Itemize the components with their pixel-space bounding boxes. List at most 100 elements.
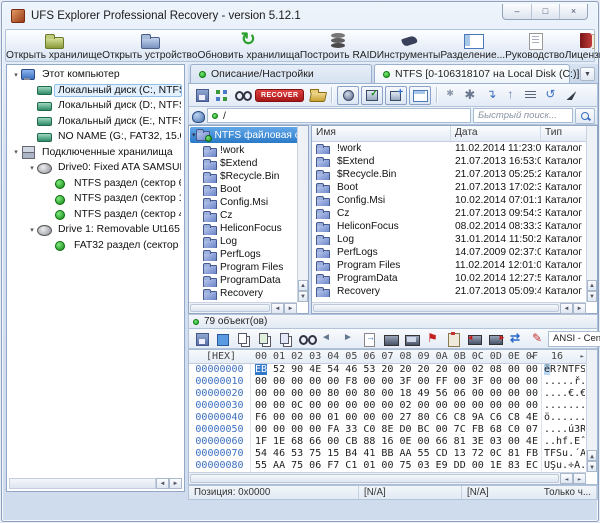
tab-list-menu-icon[interactable]: ▼ <box>580 67 595 81</box>
tree-item[interactable]: Локальный диск (D:, NTFS, 149.73ГБ) <box>9 98 182 114</box>
path-field[interactable]: / <box>207 108 471 123</box>
hex-bytes[interactable]: EB 52 90 4E 54 46 53 20 20 20 20 00 02 08… <box>255 364 538 376</box>
tree-item[interactable]: ▾ Drive 1: Removable Ut165 USB USB2Flash <box>9 222 182 238</box>
folder-tree-item[interactable]: Recovery <box>189 287 308 300</box>
folder-tree-item[interactable]: HeliconFocus <box>189 222 308 235</box>
scroll-left-icon[interactable]: ◄ <box>560 473 573 484</box>
folder-tree-item[interactable]: Log <box>189 235 308 248</box>
toolbar-button[interactable]: Открыть устройство <box>102 30 197 61</box>
file-row[interactable]: Cz 21.07.2013 09:54:34 Каталог <box>312 207 597 220</box>
hx-copy-text-icon[interactable] <box>276 331 295 347</box>
bt-arrow-back-icon[interactable] <box>542 87 560 103</box>
tree-item[interactable]: NTFS раздел (сектор 420340788, 97.6 <box>9 207 182 223</box>
hex-ascii[interactable]: ....ú3Ŕ <box>541 424 585 436</box>
hex-ascii[interactable]: ..hf.Ëˆ <box>541 436 585 448</box>
toolbar-toggle-button[interactable] <box>385 85 408 105</box>
expander-icon[interactable]: ▾ <box>27 164 37 172</box>
column-header-name[interactable]: Имя <box>312 126 451 141</box>
minimize-button[interactable]: – <box>503 4 531 19</box>
folder-tree-item[interactable]: $Extend <box>189 157 308 170</box>
hx-insert-before-icon[interactable] <box>465 331 484 347</box>
file-list-horizontal-scrollbar[interactable]: ◄ ► <box>312 302 586 314</box>
bt-list-icon[interactable] <box>522 87 540 103</box>
hx-flag-icon[interactable] <box>423 331 442 347</box>
file-row[interactable]: PerfLogs 14.07.2009 02:37:05 Каталог <box>312 246 597 259</box>
storages-horizontal-scrollbar[interactable]: ◄ ► <box>9 478 182 489</box>
scrollbar-thumb[interactable] <box>190 304 270 312</box>
scroll-right-icon[interactable]: ► <box>573 473 586 484</box>
expander-icon[interactable]: ▾ <box>11 71 21 79</box>
hx-forward-icon[interactable] <box>339 331 358 347</box>
toolbar-button[interactable]: Лицензия <box>565 30 600 61</box>
tree-item[interactable]: ▾ Drive0: Fixed ATA SAMSUNG HD321KJ <box>9 160 182 176</box>
hex-horizontal-scrollbar[interactable]: ◄ ► <box>189 472 586 484</box>
scroll-right-icon[interactable]: ► <box>169 478 182 489</box>
tab-ntfs-partition[interactable]: NTFS [0-106318107 на Local Disk (C:)] × <box>374 64 593 83</box>
hex-ascii[interactable]: ö...... <box>541 412 585 424</box>
folder-tree-vertical-scrollbar[interactable]: ▲ ▼ <box>297 126 308 302</box>
tree-item[interactable]: FAT32 раздел (сектор 63, 15.06ГБ) <box>9 238 182 254</box>
hx-goto-icon[interactable] <box>360 331 379 347</box>
toolbar-toggle-button[interactable] <box>409 85 432 105</box>
hex-ascii[interactable]: ëR?NTFS <box>541 364 585 376</box>
bt-tree-icon[interactable] <box>213 87 231 103</box>
hex-bytes[interactable]: 55 AA 75 06 F7 C1 01 00 75 03 E9 DD 00 1… <box>255 460 538 472</box>
scroll-up-icon[interactable]: ▲ <box>587 280 597 291</box>
file-row[interactable]: Config.Msi 10.02.2014 07:01:17 Каталог <box>312 194 597 207</box>
hex-bytes[interactable]: 1F 1E 68 66 00 CB 88 16 0E 00 66 81 3E 0… <box>255 436 538 448</box>
tree-item[interactable]: NTFS раздел (сектор 106318233, 149. <box>9 191 182 207</box>
hex-row[interactable]: 00000000 EB 52 90 4E 54 46 53 20 20 20 20… <box>189 364 586 376</box>
filesystem-root-item[interactable]: ▾ NTFS файловая система <box>190 127 307 143</box>
folder-tree-item[interactable]: PerfLogs <box>189 248 308 261</box>
file-row[interactable]: Program Files 11.02.2014 12:01:08 Катало… <box>312 259 597 272</box>
hx-paste-icon[interactable] <box>444 331 463 347</box>
scroll-left-icon[interactable]: ◄ <box>271 303 284 314</box>
hex-row[interactable]: 00000020 00 00 00 00 80 00 80 00 18 49 5… <box>189 388 586 400</box>
hx-screen2-icon[interactable] <box>402 331 421 347</box>
toolbar-toggle-button[interactable] <box>337 85 360 105</box>
toolbar-button[interactable]: Разделение... <box>440 30 505 61</box>
close-button[interactable]: × <box>559 4 587 19</box>
folder-tree-horizontal-scrollbar[interactable]: ◄ ► <box>189 302 297 314</box>
bt-gear-sm-icon[interactable] <box>442 87 460 103</box>
file-row[interactable]: Boot 21.07.2013 17:02:35 Каталог <box>312 181 597 194</box>
tree-item[interactable]: NO NAME (G:, FAT32, 15.06ГБ) <box>9 129 182 145</box>
hx-save-icon[interactable] <box>192 331 211 347</box>
toolbar-button[interactable]: Инструменты <box>377 30 441 61</box>
hex-row[interactable]: 00000060 1F 1E 68 66 00 CB 88 16 0E 00 6… <box>189 436 586 448</box>
scrollbar-track[interactable] <box>9 478 156 489</box>
hex-ascii[interactable]: ....€.€ <box>541 388 585 400</box>
increase-width-icon[interactable]: ► <box>580 353 584 360</box>
scroll-left-icon[interactable]: ◄ <box>560 303 573 314</box>
folder-tree-item[interactable]: $Recycle.Bin <box>189 170 308 183</box>
scroll-right-icon[interactable]: ► <box>573 303 586 314</box>
bt-ink-icon[interactable] <box>562 87 580 103</box>
decrease-width-icon[interactable]: ◄ <box>530 353 534 360</box>
folder-tree-item[interactable]: ProgramData <box>189 274 308 287</box>
file-list-vertical-scrollbar[interactable]: ▲ ▼ <box>586 126 597 302</box>
hx-sync-icon[interactable] <box>507 331 526 347</box>
bt-save-icon[interactable] <box>193 87 211 103</box>
folder-tree-item[interactable]: Program Files <box>189 261 308 274</box>
hex-ascii[interactable]: UŞu.÷Á. <box>541 460 585 472</box>
bt-up-icon[interactable] <box>502 87 520 103</box>
file-row[interactable]: $Recycle.Bin 21.07.2013 05:25:20 Каталог <box>312 168 597 181</box>
scrollbar-thumb[interactable] <box>313 304 559 312</box>
hex-row[interactable]: 00000040 F6 00 00 00 01 00 00 00 27 80 C… <box>189 412 586 424</box>
scroll-right-icon[interactable]: ► <box>284 303 297 314</box>
expander-icon[interactable]: ▾ <box>27 226 37 234</box>
scroll-left-icon[interactable]: ◄ <box>156 478 169 489</box>
folder-tree-item[interactable]: Config.Msi <box>189 196 308 209</box>
file-row[interactable]: !work 11.02.2014 11:23:04 Каталог <box>312 142 597 155</box>
hx-copy-hex-icon[interactable] <box>255 331 274 347</box>
column-header-date[interactable]: Дата <box>451 126 541 141</box>
hex-bytes[interactable]: 00 00 00 00 00 F8 00 00 3F 00 FF 00 3F 0… <box>255 376 538 388</box>
folder-tree-item[interactable]: !work <box>189 144 308 157</box>
hex-bytes[interactable]: 00 00 0C 00 00 00 00 00 02 00 00 00 00 0… <box>255 400 538 412</box>
scroll-down-icon[interactable]: ▼ <box>587 461 597 472</box>
folder-tree-item[interactable]: Cz <box>189 209 308 222</box>
bt-arrow-turn-icon[interactable] <box>482 87 500 103</box>
tree-item[interactable]: Локальный диск (C:, NTFS, 50.69ГБ) <box>9 83 182 99</box>
hx-insert-after-icon[interactable] <box>486 331 506 347</box>
encoding-select[interactable]: ANSI - Central Europe <box>548 330 600 347</box>
